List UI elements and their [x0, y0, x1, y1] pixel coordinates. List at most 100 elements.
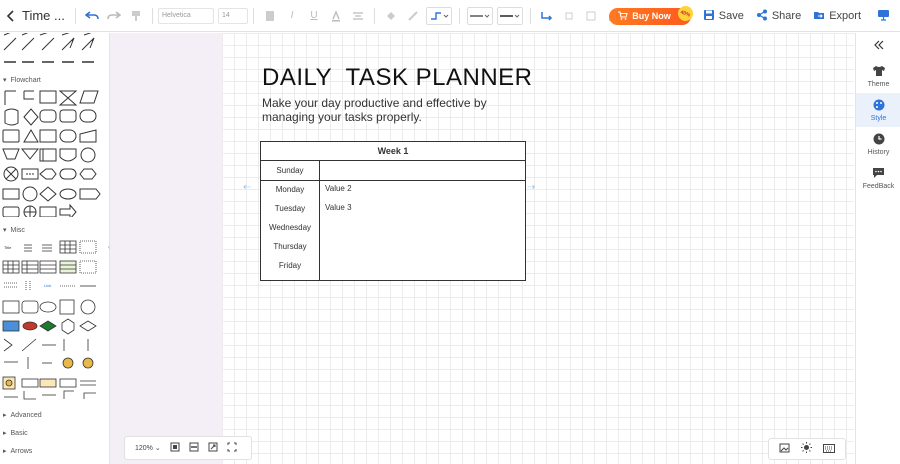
table-row[interactable]: Tuesday [261, 199, 319, 218]
font-size-select[interactable]: 14 [218, 7, 248, 24]
save-icon [703, 9, 715, 24]
cart-icon [618, 10, 628, 22]
bold-icon[interactable] [261, 7, 279, 25]
redo-icon[interactable] [105, 7, 123, 25]
theme-brightness-icon[interactable] [800, 440, 812, 458]
image-view-icon[interactable] [779, 440, 790, 458]
fullscreen-icon[interactable] [227, 442, 237, 454]
sidebar-item-history[interactable]: History [856, 127, 900, 161]
keyboard-icon[interactable] [823, 440, 836, 458]
shirt-icon [872, 65, 886, 79]
section-misc[interactable]: ▾ Misc [0, 223, 109, 237]
line-shapes[interactable] [0, 33, 108, 73]
section-label: Advanced [10, 411, 42, 419]
fit-width-icon[interactable] [189, 442, 199, 454]
toolbar-right: Buy Now 40% Save Share Export [609, 0, 900, 32]
divider [253, 7, 254, 24]
section-basic[interactable]: ▸ Basic [0, 426, 109, 440]
clock-icon [873, 133, 885, 147]
buy-now-button[interactable]: Buy Now 40% [609, 3, 695, 25]
font-family-select[interactable]: Helvetica [158, 7, 214, 24]
section-arrows[interactable]: ▸ Arrows [0, 444, 109, 458]
svg-text:Title: Title [4, 245, 12, 250]
line-color-icon[interactable] [404, 7, 422, 25]
divider [152, 7, 153, 24]
share-icon [756, 9, 768, 24]
present-icon [877, 9, 890, 24]
export-button[interactable]: Export [813, 9, 861, 24]
caret-down-icon: ▾ [3, 77, 7, 84]
right-sidebar: Theme Style History FeedBack [855, 33, 900, 464]
page-subtitle[interactable]: Make your day productive and effective b… [262, 96, 522, 124]
zoom-level-select[interactable]: 120% ⌄ [135, 444, 161, 452]
font-color-icon[interactable] [327, 7, 345, 25]
discount-badge: 40% [675, 3, 695, 23]
planner-table[interactable]: Week 1 Sunday Monday Tuesday Wednesday T… [260, 141, 526, 281]
double-chevron-left-icon [873, 40, 885, 52]
section-advanced[interactable]: ▸ Advanced [0, 408, 109, 422]
zoom-fit-icon[interactable] [208, 442, 218, 454]
table-cell[interactable]: Value 2 [325, 184, 352, 193]
sidebar-item-label: FeedBack [862, 182, 895, 190]
sidebar-item-label: History [867, 148, 890, 156]
divider [459, 7, 460, 24]
to-front-icon[interactable] [560, 7, 578, 25]
table-row[interactable]: Monday [261, 180, 319, 199]
day-column: Sunday Monday Tuesday Wednesday Thursday… [261, 161, 320, 280]
present-button[interactable] [877, 9, 890, 24]
waypoint-icon[interactable] [538, 7, 556, 25]
page-title[interactable]: DAILY TASK PLANNER [262, 64, 533, 92]
view-toolbar [768, 438, 846, 460]
table-row[interactable]: Wednesday [261, 218, 319, 237]
save-button[interactable]: Save [703, 9, 744, 24]
misc-shapes[interactable]: Title Link [0, 237, 108, 402]
section-flowchart[interactable]: ▾ Flowchart [0, 73, 109, 87]
undo-icon[interactable] [83, 7, 101, 25]
sidebar-item-style[interactable]: Style [856, 93, 900, 127]
flowchart-shapes[interactable] [0, 87, 108, 217]
table-row[interactable]: Sunday [261, 161, 319, 180]
sidebar-item-label: Theme [867, 80, 890, 88]
svg-text:Link: Link [44, 283, 51, 288]
line-style-icon[interactable] [467, 6, 493, 25]
document-title[interactable]: Time ... [22, 8, 70, 23]
buy-now-label: Buy Now [632, 11, 671, 21]
share-label: Share [771, 10, 802, 22]
table-cell[interactable]: Value 3 [325, 203, 352, 212]
font-size-value: 14 [222, 12, 230, 19]
table-header: Week 1 [261, 142, 525, 161]
zoom-level: 120% [135, 445, 153, 452]
underline-icon[interactable]: U [305, 7, 323, 25]
line-width-icon[interactable] [497, 6, 523, 25]
connect-arrow-left-icon[interactable]: ⇠ [243, 182, 251, 193]
collapse-panel-icon[interactable]: ‹ [108, 245, 110, 251]
section-label: Misc [10, 226, 25, 234]
italic-icon[interactable]: I [283, 7, 301, 25]
table-row[interactable]: Friday [261, 256, 319, 275]
export-label: Export [829, 10, 861, 22]
top-toolbar: Time ... Helvetica 14 I U Buy Now 40% Sa… [0, 0, 900, 32]
divider [374, 7, 375, 24]
feedback-icon [872, 167, 885, 181]
table-body: Sunday Monday Tuesday Wednesday Thursday… [261, 161, 525, 280]
canvas-margin: ‹ [108, 33, 222, 464]
fit-page-icon[interactable] [170, 442, 180, 454]
font-family-value: Helvetica [162, 12, 191, 19]
connector-style-icon[interactable] [426, 6, 452, 25]
caret-right-icon: ▸ [3, 448, 7, 455]
connect-arrow-right-icon[interactable]: ⇢ [527, 182, 535, 193]
sidebar-item-theme[interactable]: Theme [856, 59, 900, 93]
format-painter-icon[interactable] [127, 7, 145, 25]
sidebar-item-feedback[interactable]: FeedBack [856, 161, 900, 195]
back-icon[interactable] [2, 7, 20, 25]
fill-color-icon[interactable] [382, 7, 400, 25]
to-back-icon[interactable] [582, 7, 600, 25]
collapse-sidebar-button[interactable] [856, 33, 900, 59]
table-row[interactable]: Thursday [261, 237, 319, 256]
align-icon[interactable] [349, 7, 367, 25]
share-button[interactable]: Share [756, 9, 801, 24]
section-label: Basic [10, 429, 28, 437]
section-label: Flowchart [10, 76, 41, 84]
divider [530, 7, 531, 24]
shape-library-panel: ▾ Flowchart ▾ Misc Title Link ▸ Advanced… [0, 33, 110, 464]
